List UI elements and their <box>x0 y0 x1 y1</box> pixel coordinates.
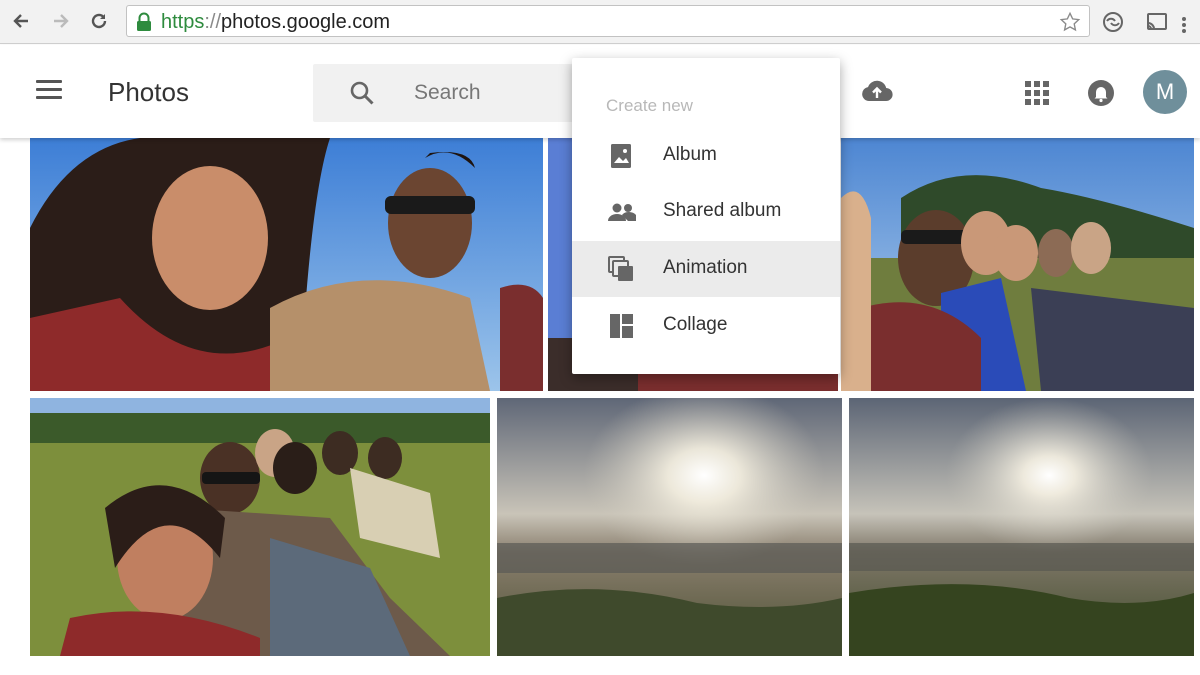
more-vert-icon <box>1182 17 1186 33</box>
menu-item-album[interactable]: Album <box>572 128 840 184</box>
page-bottom <box>0 660 1200 675</box>
create-new-menu: Create new Album Shared album Animation <box>572 58 840 374</box>
app-title: Photos <box>108 77 189 107</box>
search-input[interactable]: Search <box>414 81 481 105</box>
photo-thumbnail[interactable] <box>497 398 842 656</box>
back-arrow-icon <box>13 14 28 28</box>
notifications-bell-icon[interactable] <box>1087 79 1115 107</box>
menu-item-shared-album[interactable]: Shared album <box>572 184 840 240</box>
menu-item-label: Collage <box>663 314 728 335</box>
cast-icon[interactable] <box>1145 10 1169 34</box>
address-url: https://photos.google.com <box>161 11 390 34</box>
group-selfie-photo-image <box>30 398 490 656</box>
group-hill-photo-image <box>841 138 1194 391</box>
browser-toolbar: https://photos.google.com <box>0 0 1200 44</box>
shared-album-icon <box>608 203 636 221</box>
avatar[interactable]: M <box>1143 70 1187 114</box>
sunset-landscape-photo-image <box>497 398 842 656</box>
hamburger-icon <box>36 80 62 83</box>
reload-icon <box>91 13 107 29</box>
main-menu-button[interactable] <box>36 80 62 102</box>
menu-item-collage[interactable]: Collage <box>572 298 840 354</box>
search-icon <box>350 81 374 105</box>
photo-thumbnail[interactable] <box>30 398 490 656</box>
collage-icon <box>610 314 633 338</box>
address-bar[interactable]: https://photos.google.com <box>126 5 1090 37</box>
menu-heading: Create new <box>606 96 693 115</box>
forward-button[interactable] <box>48 8 74 34</box>
url-host: photos.google.com <box>221 11 391 33</box>
back-button[interactable] <box>8 8 34 34</box>
sunset-landscape-photo-image <box>849 398 1194 656</box>
url-scheme: https <box>161 11 205 33</box>
hamburger-icon-line <box>36 96 62 99</box>
album-icon <box>611 144 631 168</box>
menu-item-label: Shared album <box>663 200 782 221</box>
reload-button[interactable] <box>86 8 112 34</box>
chrome-menu-button[interactable] <box>1174 12 1194 38</box>
photo-thumbnail[interactable] <box>841 138 1194 391</box>
selfie-photo-image <box>30 138 543 391</box>
photo-thumbnail[interactable] <box>849 398 1194 656</box>
menu-item-label: Album <box>663 144 717 165</box>
menu-item-label: Animation <box>663 257 748 278</box>
hamburger-icon-line <box>36 88 62 91</box>
upload-icon[interactable] <box>860 77 894 107</box>
menu-item-animation[interactable]: Animation <box>572 241 840 297</box>
apps-grid-icon[interactable] <box>1024 80 1050 106</box>
forward-arrow-icon <box>54 14 69 28</box>
photo-thumbnail[interactable] <box>30 138 543 391</box>
lock-icon <box>137 12 151 31</box>
bookmark-star-icon[interactable] <box>1059 11 1081 33</box>
url-separator: :// <box>204 11 222 33</box>
sync-extension-icon[interactable] <box>1101 10 1125 34</box>
animation-icon <box>608 256 633 281</box>
